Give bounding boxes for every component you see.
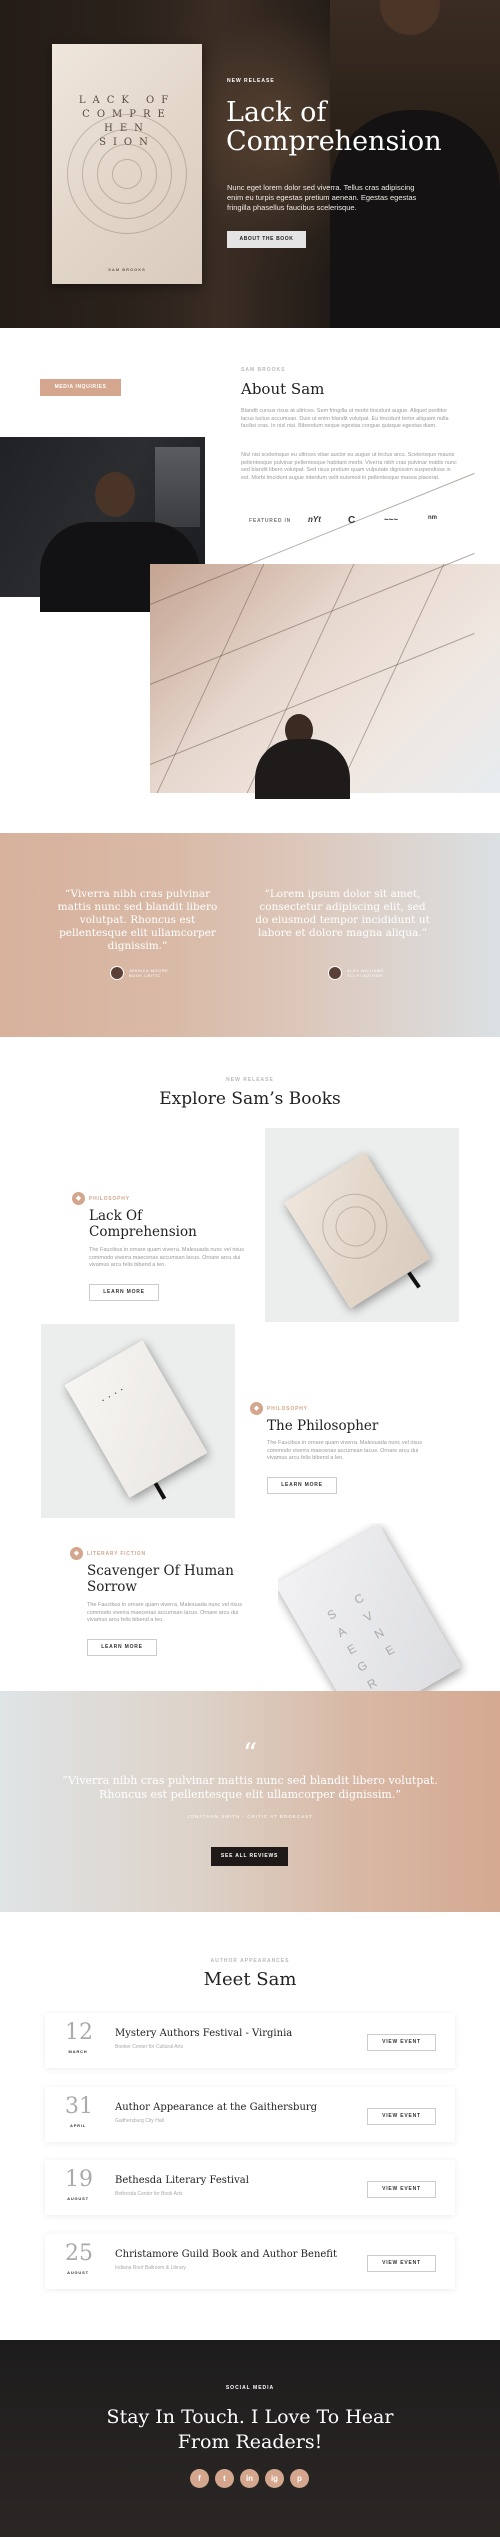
book-category-3: LITERARY FICTION bbox=[87, 1551, 146, 1557]
testimonial-person-1: JESSICA MOORE BOOK CRITIC bbox=[110, 966, 168, 980]
testimonial-person-2: ALEX WILLIAMS SCI-FI AUTHOR bbox=[328, 966, 384, 980]
testimonial-role-2: SCI-FI AUTHOR bbox=[347, 973, 383, 978]
book-item-1: ◆ PHILOSOPHY Lack Of Comprehension The F… bbox=[72, 1192, 297, 1342]
about-eyebrow: SAM BROOKS bbox=[241, 367, 286, 373]
book-category-1: PHILOSOPHY bbox=[89, 1196, 130, 1202]
books-title: Explore Sam’s Books bbox=[159, 1089, 341, 1109]
view-event-button-1[interactable]: VIEW EVENT bbox=[367, 2034, 436, 2051]
footer-title: Stay In Touch. I Love To Hear From Reade… bbox=[106, 2406, 394, 2453]
linkedin-icon[interactable]: in bbox=[240, 2469, 259, 2488]
books-section: NEW RELEASE Explore Sam’s Books ◆ PHILOS… bbox=[0, 1037, 500, 1691]
about-title: About Sam bbox=[241, 380, 325, 398]
media-inquiries-button[interactable]: MEDIA INQUIRIES bbox=[40, 379, 121, 396]
hero-title: Lack of Comprehension bbox=[226, 97, 442, 157]
event-row-4: 25 AUGUST Christamore Guild Book and Aut… bbox=[45, 2234, 455, 2289]
event-location-2: Gaithersburg City Hall bbox=[115, 2118, 164, 2124]
book-category-icon: ◆ bbox=[250, 1402, 263, 1415]
book-image-3: S C A V E N G E R bbox=[278, 1523, 472, 1691]
avatar bbox=[110, 966, 124, 980]
twitter-icon[interactable]: t bbox=[215, 2469, 234, 2488]
see-all-reviews-button[interactable]: SEE ALL REVIEWS bbox=[211, 1847, 288, 1866]
testimonial-quote-2: “Lorem ipsum dolor sit amet, consectetur… bbox=[255, 888, 430, 939]
event-row-2: 31 APRIL Author Appearance at the Gaithe… bbox=[45, 2087, 455, 2142]
hero-eyebrow: NEW RELEASE bbox=[227, 78, 275, 84]
event-month-3: AUGUST bbox=[67, 2196, 89, 2201]
event-title-4: Christamore Guild Book and Author Benefi… bbox=[115, 2249, 337, 2260]
hero-author-photo bbox=[330, 0, 500, 328]
events-eyebrow: AUTHOR APPEARANCES bbox=[210, 1958, 290, 1964]
events-title: Meet Sam bbox=[203, 1969, 297, 1990]
book-category-icon: ◆ bbox=[70, 1547, 83, 1560]
book-item-3: ◆ LITERARY FICTION Scavenger Of Human So… bbox=[70, 1547, 295, 1691]
event-location-4: Indiana Roof Ballroom & Library bbox=[115, 2265, 186, 2271]
book-description-3: The Faucibus in ornare quam viverra. Mal… bbox=[87, 1602, 242, 1623]
about-section: MEDIA INQUIRIES SAM BROOKS About Sam Bla… bbox=[0, 328, 500, 833]
book-category-icon: ◆ bbox=[72, 1192, 85, 1205]
event-location-1: Booker Center for Cultural Arts bbox=[115, 2044, 184, 2050]
footer-eyebrow: SOCIAL MEDIA bbox=[225, 2385, 275, 2391]
event-month-2: APRIL bbox=[70, 2123, 86, 2128]
event-day-2: 31 bbox=[65, 2094, 93, 2119]
hero-section: LACK OF COMPRE HEN SION SAM BROOKS NEW R… bbox=[0, 0, 500, 328]
author-architecture-photo bbox=[149, 472, 500, 799]
book-title-1: Lack Of Comprehension bbox=[89, 1208, 197, 1240]
learn-more-button-3[interactable]: LEARN MORE bbox=[87, 1639, 157, 1656]
event-location-3: Bethesda Center for Book Arts bbox=[115, 2191, 183, 2197]
about-paragraph-2: Nisl nisi scelerisque eu ultrices vitae … bbox=[241, 452, 457, 481]
featured-in-label: FEATURED IN bbox=[249, 518, 292, 524]
testimonial-quote-1: “Viverra nibh cras pulvinar mattis nunc … bbox=[57, 888, 218, 952]
hero-book-cover: LACK OF COMPRE HEN SION SAM BROOKS bbox=[52, 44, 202, 284]
books-eyebrow: NEW RELEASE bbox=[226, 1077, 274, 1083]
event-title-3: Bethesda Literary Festival bbox=[115, 2175, 249, 2186]
about-the-book-button[interactable]: ABOUT THE BOOK bbox=[227, 231, 306, 248]
hero-description: Nunc eget lorem dolor sed viverra. Tellu… bbox=[227, 183, 417, 212]
event-row-3: 19 AUGUST Bethesda Literary Festival Bet… bbox=[45, 2160, 455, 2215]
event-day-1: 12 bbox=[65, 2020, 93, 2045]
press-logo-1: nYt bbox=[308, 515, 321, 524]
view-event-button-3[interactable]: VIEW EVENT bbox=[367, 2181, 436, 2198]
avatar bbox=[328, 966, 342, 980]
pinterest-icon[interactable]: p bbox=[290, 2469, 309, 2488]
testimonials-section: “Viverra nibh cras pulvinar mattis nunc … bbox=[0, 833, 500, 1037]
learn-more-button-2[interactable]: LEARN MORE bbox=[267, 1477, 337, 1494]
book-category-2: PHILOSOPHY bbox=[267, 1406, 308, 1412]
event-month-4: AUGUST bbox=[67, 2270, 89, 2275]
view-event-button-4[interactable]: VIEW EVENT bbox=[367, 2255, 436, 2272]
press-logo-3: ~~~ bbox=[384, 515, 399, 524]
book-image-2: ▪ ▪ ▪ ▪ bbox=[41, 1324, 235, 1518]
review-quote: “Viverra nibh cras pulvinar mattis nunc … bbox=[62, 1774, 438, 1801]
social-links: f t in ig p bbox=[190, 2469, 309, 2488]
event-title-2: Author Appearance at the Gaithersburg bbox=[115, 2102, 318, 2113]
view-event-button-2[interactable]: VIEW EVENT bbox=[367, 2108, 436, 2125]
book-image-1 bbox=[265, 1128, 459, 1322]
book-title-2: The Philosopher bbox=[267, 1418, 379, 1434]
events-section: AUTHOR APPEARANCES Meet Sam 12 MARCH Mys… bbox=[0, 1912, 500, 2340]
review-attribution: JONATHAN SMITH - CRITIC AT BOOKCAST bbox=[187, 1814, 313, 1819]
instagram-icon[interactable]: ig bbox=[265, 2469, 284, 2488]
event-title-1: Mystery Authors Festival - Virginia bbox=[115, 2028, 293, 2039]
event-day-4: 25 bbox=[65, 2241, 93, 2266]
hero-book-title: LACK OF COMPRE HEN SION bbox=[78, 95, 176, 148]
quote-icon: “ bbox=[242, 1737, 258, 1770]
hero-book-author: SAM BROOKS bbox=[108, 267, 146, 272]
footer-section: SOCIAL MEDIA Stay In Touch. I Love To He… bbox=[0, 2340, 500, 2537]
testimonial-role-1: BOOK CRITIC bbox=[129, 973, 161, 978]
press-logo-4: nm bbox=[428, 515, 437, 521]
facebook-icon[interactable]: f bbox=[190, 2469, 209, 2488]
event-day-3: 19 bbox=[65, 2167, 93, 2192]
about-paragraph-1: Blandit cursus risus at ultrices. Sem fr… bbox=[241, 408, 449, 429]
book-description-2: The Faucibus in ornare quam viverra. Mal… bbox=[267, 1440, 422, 1461]
learn-more-button-1[interactable]: LEARN MORE bbox=[89, 1284, 159, 1301]
book-title-3: Scavenger Of Human Sorrow bbox=[87, 1563, 234, 1595]
event-month-1: MARCH bbox=[68, 2049, 88, 2054]
book-description-1: The Faucibus in ornare quam viverra. Mal… bbox=[89, 1247, 244, 1268]
review-section: “ “Viverra nibh cras pulvinar mattis nun… bbox=[0, 1691, 500, 1912]
event-row-1: 12 MARCH Mystery Authors Festival - Virg… bbox=[45, 2013, 455, 2068]
